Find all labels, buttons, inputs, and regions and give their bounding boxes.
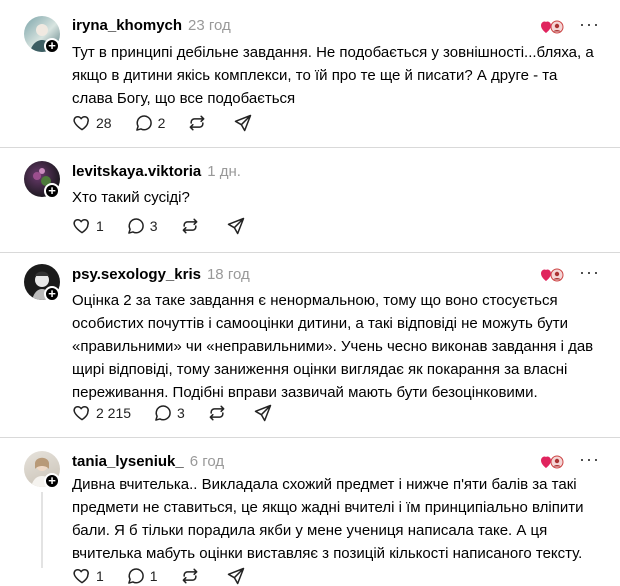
share-button[interactable] xyxy=(226,216,250,236)
speech-bubble-icon xyxy=(126,216,146,236)
send-icon xyxy=(226,216,246,236)
like-button[interactable]: 28 xyxy=(72,113,112,133)
heart-outline-icon xyxy=(72,403,92,423)
repost-icon xyxy=(187,113,207,133)
post-text: Дивна вчителька.. Викладала схожий предм… xyxy=(72,476,584,562)
timestamp: 1 дн. xyxy=(207,163,241,180)
share-button[interactable] xyxy=(233,113,257,133)
send-icon xyxy=(226,566,246,586)
follow-plus-icon[interactable]: + xyxy=(44,38,60,54)
more-options-icon[interactable]: ··· xyxy=(579,14,600,35)
post-header: psy.sexology_kris 18 год xyxy=(72,266,250,283)
speech-bubble-icon xyxy=(126,566,146,586)
like-count: 1 xyxy=(96,568,104,584)
divider xyxy=(0,437,620,438)
liked-by-author-icon xyxy=(540,454,564,470)
repost-icon xyxy=(207,403,227,423)
username[interactable]: psy.sexology_kris xyxy=(72,266,201,283)
speech-bubble-icon xyxy=(153,403,173,423)
like-count: 2 215 xyxy=(96,405,132,421)
more-options-icon[interactable]: ··· xyxy=(579,449,600,470)
send-icon xyxy=(233,113,253,133)
username[interactable]: iryna_khomych xyxy=(72,17,182,34)
liked-by-author-icon xyxy=(540,267,564,283)
post-header: tania_lyseniuk_ 6 год xyxy=(72,453,224,470)
divider xyxy=(0,147,620,148)
timestamp: 6 год xyxy=(189,453,225,470)
liked-by-author-icon xyxy=(540,19,564,35)
username[interactable]: levitskaya.viktoria xyxy=(72,163,201,180)
repost-button[interactable] xyxy=(207,403,231,423)
like-count: 1 xyxy=(96,218,104,234)
comment-count: 1 xyxy=(149,568,158,584)
like-button[interactable]: 2 215 xyxy=(72,403,131,423)
comment-count: 2 xyxy=(157,115,166,131)
post-actions: 1 3 xyxy=(72,216,272,236)
follow-plus-icon[interactable]: + xyxy=(44,183,60,199)
speech-bubble-icon xyxy=(134,113,154,133)
repost-button[interactable] xyxy=(180,216,204,236)
username[interactable]: tania_lyseniuk_ xyxy=(72,453,184,470)
follow-plus-icon[interactable]: + xyxy=(44,473,60,489)
repost-icon xyxy=(180,216,200,236)
timestamp: 23 год xyxy=(188,17,231,34)
heart-outline-icon xyxy=(72,216,92,236)
heart-outline-icon xyxy=(72,113,92,133)
post-actions: 2 215 3 xyxy=(72,403,299,423)
comment-button[interactable]: 3 xyxy=(153,403,185,423)
comment-count: 3 xyxy=(177,405,185,421)
repost-icon xyxy=(180,566,200,586)
like-button[interactable]: 1 xyxy=(72,216,104,236)
follow-plus-icon[interactable]: + xyxy=(44,286,60,302)
repost-button[interactable] xyxy=(187,113,211,133)
more-options-icon[interactable]: ··· xyxy=(579,262,600,283)
like-button[interactable]: 1 xyxy=(72,566,104,586)
send-icon xyxy=(253,403,273,423)
post-text: Хто такий сусіді? xyxy=(72,189,190,206)
repost-button[interactable] xyxy=(180,566,204,586)
post-header: iryna_khomych 23 год xyxy=(72,17,231,34)
divider xyxy=(0,252,620,253)
post-header: levitskaya.viktoria 1 дн. xyxy=(72,163,241,180)
share-button[interactable] xyxy=(253,403,277,423)
like-count: 28 xyxy=(96,115,112,131)
post-text: Оцінка 2 за таке завдання є ненормальною… xyxy=(72,292,594,401)
comment-count: 3 xyxy=(149,218,158,234)
post-actions: 28 2 xyxy=(72,113,279,133)
comment-button[interactable]: 3 xyxy=(126,216,158,236)
timestamp: 18 год xyxy=(206,266,250,283)
comment-button[interactable]: 1 xyxy=(126,566,158,586)
thread-line xyxy=(41,492,43,568)
share-button[interactable] xyxy=(226,566,250,586)
post-actions: 1 1 xyxy=(72,566,272,586)
post-text: Тут в принципі дебільне завдання. Не под… xyxy=(72,44,594,107)
heart-outline-icon xyxy=(72,566,92,586)
comment-button[interactable]: 2 xyxy=(134,113,166,133)
